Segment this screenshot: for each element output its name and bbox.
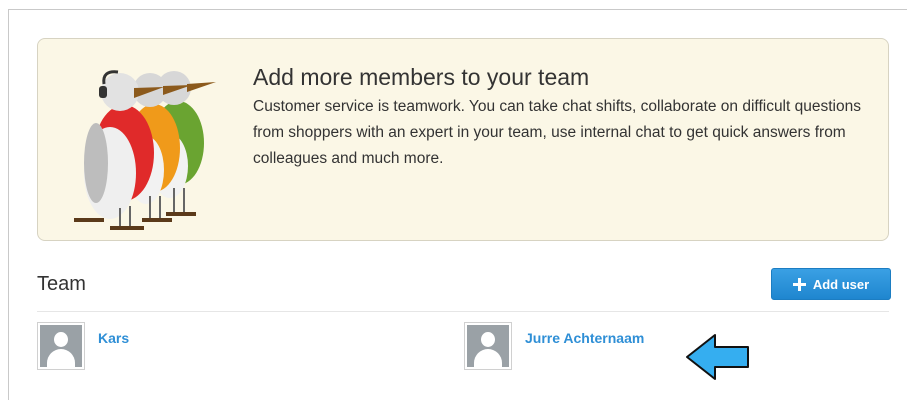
- avatar[interactable]: [464, 322, 512, 370]
- team-member-card: Jurre Achternaam: [464, 322, 644, 370]
- avatar[interactable]: [37, 322, 85, 370]
- add-user-button-label: Add user: [812, 276, 870, 292]
- banner-description: Customer service is teamwork. You can ta…: [253, 98, 861, 167]
- add-user-button[interactable]: Add user: [771, 268, 891, 300]
- team-member-name-link[interactable]: Kars: [98, 330, 129, 346]
- banner-title: Add more members to your team: [253, 64, 590, 90]
- panel-left-border: [8, 9, 9, 400]
- avatar-placeholder-icon: [467, 325, 509, 367]
- team-section-title: Team: [37, 273, 86, 295]
- team-member-card: Kars: [37, 322, 129, 370]
- avatar-placeholder-icon: [40, 325, 82, 367]
- team-member-name-link[interactable]: Jurre Achternaam: [525, 330, 644, 346]
- panel-top-border: [8, 9, 907, 10]
- birds-illustration: [74, 70, 216, 230]
- arrow-left-icon: [686, 334, 749, 380]
- team-divider: [37, 311, 889, 312]
- plus-icon: [792, 277, 806, 291]
